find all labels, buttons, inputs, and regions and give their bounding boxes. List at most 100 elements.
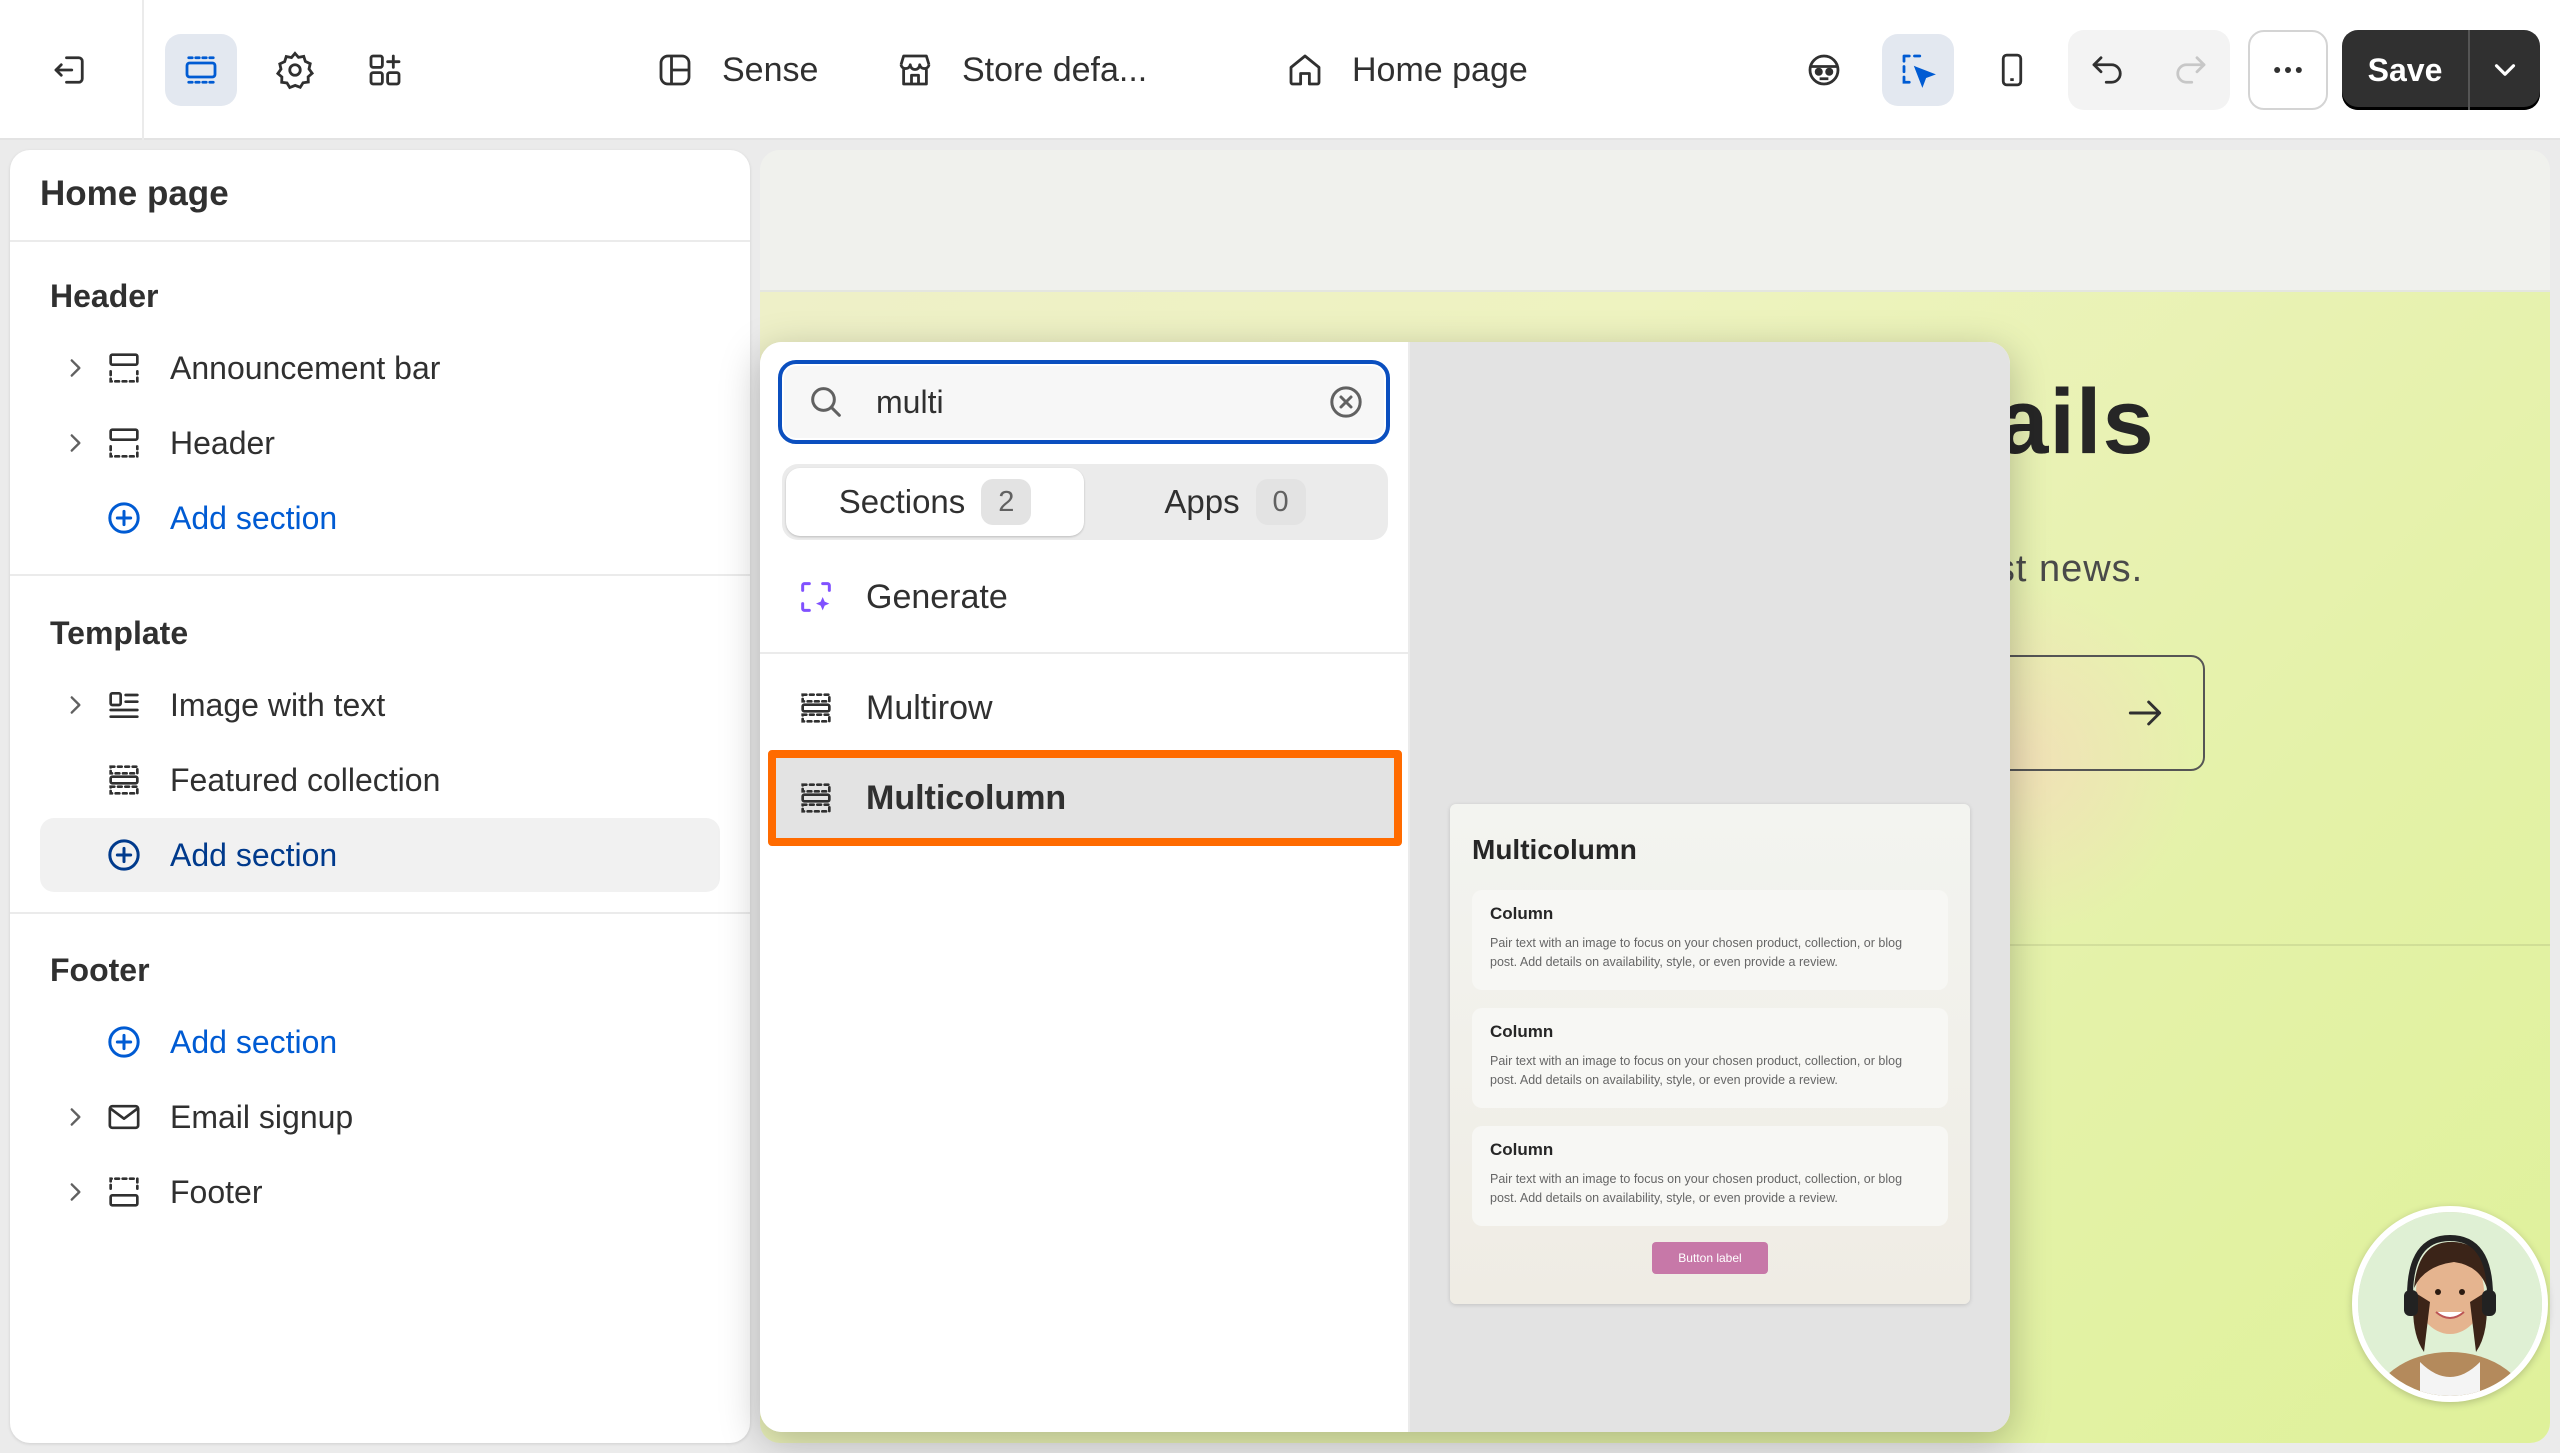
topbar-divider (142, 0, 144, 140)
section-featured-collection[interactable]: Featured collection (40, 743, 720, 817)
preview-header-area (760, 150, 2550, 292)
home-icon (1289, 54, 1321, 86)
picker-results-pane: Sections 2 Apps 0 Generate Multirow Mult… (760, 342, 1410, 1432)
count-badge: 0 (1255, 479, 1306, 525)
section-footer[interactable]: Footer (40, 1155, 720, 1229)
sections-tab-button[interactable] (165, 34, 237, 106)
store-name: Store defa... (962, 50, 1148, 89)
save-group: Save (2342, 30, 2540, 110)
theme-settings-button[interactable] (259, 34, 331, 106)
divider (10, 574, 750, 576)
chevron-right-icon[interactable] (60, 1177, 90, 1207)
add-section-label: Add section (170, 1023, 338, 1060)
column-title: Column (1490, 1022, 1554, 1041)
generate-section-item[interactable]: Generate (782, 554, 1388, 640)
group-title-header: Header (50, 278, 159, 314)
section-dashed-top-icon (109, 428, 139, 458)
exit-button[interactable] (34, 34, 106, 106)
chevron-right-icon[interactable] (60, 1102, 90, 1132)
group-title-template: Template (50, 615, 189, 651)
gear-icon (275, 51, 315, 90)
column-text: Pair text with an image to focus on your… (1490, 1054, 1903, 1087)
apps-button[interactable] (349, 34, 421, 106)
count-badge: 2 (981, 479, 1032, 525)
undo-redo-group (2068, 30, 2230, 110)
tab-label: Sections (838, 483, 966, 520)
add-section-label: Add section (170, 499, 338, 536)
section-preview-card: Multicolumn Column Pair text with an ima… (1450, 804, 1970, 1304)
section-label: Footer (170, 1173, 263, 1210)
theme-name: Sense (722, 50, 819, 89)
chevron-right-icon[interactable] (60, 690, 90, 720)
add-section-footer-button[interactable]: Add section (40, 1005, 720, 1079)
more-actions-button[interactable] (2248, 30, 2328, 110)
preview-column: Column Pair text with an image to focus … (1472, 1008, 1948, 1108)
section-dashed-bottom-icon (109, 1177, 139, 1207)
sidekick-button[interactable] (1788, 34, 1860, 106)
image-text-icon (109, 692, 139, 718)
undo-button[interactable] (2072, 34, 2144, 106)
save-button[interactable]: Save (2342, 30, 2470, 110)
theme-selector[interactable]: Sense (654, 36, 818, 104)
divider (10, 240, 750, 242)
store-icon (899, 54, 931, 86)
section-image-with-text[interactable]: Image with text (40, 668, 720, 742)
chevron-right-icon[interactable] (60, 353, 90, 383)
save-options-button[interactable] (2470, 30, 2540, 110)
sections-panel: Home page Header Announcement bar Header… (10, 150, 750, 1443)
exit-icon (54, 56, 84, 84)
preview-column: Column Pair text with an image to focus … (1472, 1126, 1948, 1226)
preview-column: Column Pair text with an image to focus … (1472, 890, 1948, 990)
redo-button[interactable] (2154, 34, 2226, 106)
section-dashed-icon (109, 765, 139, 795)
preview-title: Multicolumn (1472, 834, 1637, 865)
add-section-template-button[interactable]: Add section (40, 818, 720, 892)
chevron-down-icon (2494, 64, 2516, 76)
search-field[interactable] (778, 360, 1390, 444)
column-title: Column (1490, 904, 1554, 923)
top-bar: Sense Store defa... Home page Save (0, 0, 2560, 140)
tab-sections[interactable]: Sections 2 (786, 468, 1084, 536)
result-label: Multicolumn (866, 778, 1067, 817)
result-multirow[interactable]: Multirow (782, 665, 1388, 751)
section-header[interactable]: Header (40, 406, 720, 480)
section-announcement-bar[interactable]: Announcement bar (40, 331, 720, 405)
sections-icon (185, 56, 217, 84)
search-icon (811, 387, 841, 417)
inspector-button[interactable] (1882, 34, 1954, 106)
select-cursor-icon (1902, 54, 1936, 88)
theme-layout-icon (659, 54, 691, 86)
section-dashed-icon (801, 693, 831, 723)
tab-label: Apps (1164, 483, 1240, 520)
section-label: Featured collection (170, 761, 441, 798)
section-label: Header (170, 424, 275, 461)
search-input[interactable] (876, 383, 1316, 421)
section-email-signup[interactable]: Email signup (40, 1080, 720, 1154)
add-section-header-button[interactable]: Add section (40, 481, 720, 555)
mobile-preview-button[interactable] (1976, 34, 2048, 106)
generate-label: Generate (866, 577, 1008, 616)
column-text: Pair text with an image to focus on your… (1490, 1172, 1903, 1205)
page-selector[interactable]: Home page (1284, 36, 1528, 104)
arrow-right-icon (2128, 700, 2162, 726)
plus-circle-icon (108, 839, 140, 871)
divider (10, 912, 750, 914)
store-selector[interactable]: Store defa... (894, 36, 1147, 104)
section-label: Announcement bar (170, 349, 441, 386)
ellipsis-icon (2274, 67, 2302, 73)
section-label: Image with text (170, 686, 386, 723)
column-text: Pair text with an image to focus on your… (1490, 936, 1903, 969)
section-dashed-top-icon (109, 353, 139, 383)
add-section-label: Add section (170, 836, 338, 873)
picker-tabs: Sections 2 Apps 0 (782, 464, 1388, 540)
column-title: Column (1490, 1140, 1554, 1159)
support-assistant-avatar[interactable] (2352, 1206, 2548, 1402)
result-multicolumn[interactable]: Multicolumn (768, 750, 1402, 846)
clear-circle-icon[interactable] (1326, 382, 1366, 422)
tab-apps[interactable]: Apps 0 (1086, 468, 1384, 536)
plus-circle-icon (108, 502, 140, 534)
chevron-right-icon[interactable] (60, 428, 90, 458)
